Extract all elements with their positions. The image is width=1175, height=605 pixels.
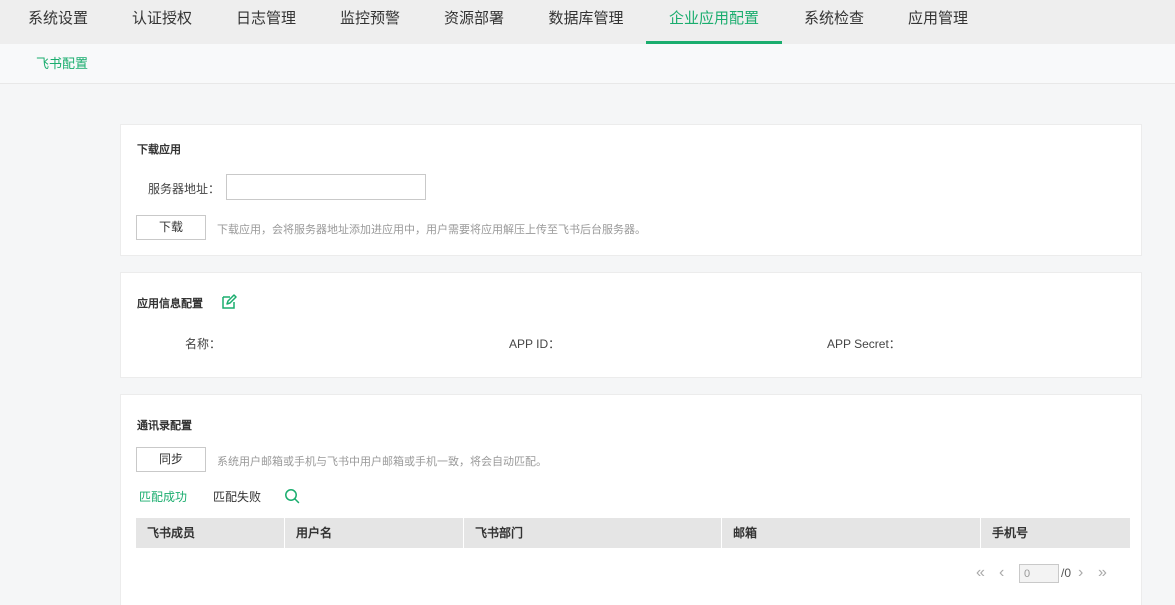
tab-app-management[interactable]: 应用管理 (907, 0, 969, 44)
tab-enterprise-app-config[interactable]: 企业应用配置 (646, 0, 782, 44)
download-button[interactable]: 下载 (136, 215, 206, 240)
column-header[interactable]: 飞书成员 (136, 518, 285, 548)
top-nav: 系统设置 认证授权 日志管理 监控预警 资源部署 数据库管理 企业应用配置 系统… (0, 0, 1175, 44)
page-input[interactable] (1019, 564, 1059, 583)
tab-logs[interactable]: 日志管理 (235, 0, 297, 44)
sync-hint: 系统用户邮箱或手机与飞书中用户邮箱或手机一致，将会自动匹配。 (217, 456, 547, 468)
sub-nav: 飞书配置 (0, 44, 1175, 84)
tab-database[interactable]: 数据库管理 (547, 0, 625, 44)
column-header[interactable]: 飞书部门 (464, 518, 722, 548)
filter-matched[interactable]: 匹配成功 (139, 488, 187, 505)
prev-page-icon[interactable]: ‹ (999, 564, 1004, 582)
app-info-card: 应用信息配置 名称： APP ID： APP Secret： (120, 272, 1142, 378)
app-name-label: 名称： (185, 337, 222, 351)
table-header: 飞书成员 用户名 飞书部门 邮箱 手机号 (136, 518, 1130, 548)
column-header[interactable]: 邮箱 (722, 518, 981, 548)
edit-icon[interactable] (221, 294, 237, 310)
card-title: 下载应用 (137, 144, 181, 156)
column-header[interactable]: 用户名 (285, 518, 464, 548)
filter-unmatched[interactable]: 匹配失败 (213, 488, 261, 505)
app-secret-label: APP Secret： (827, 337, 901, 351)
server-address-input[interactable] (226, 174, 426, 200)
contacts-card: 通讯录配置 同步 系统用户邮箱或手机与飞书中用户邮箱或手机一致，将会自动匹配。 … (120, 394, 1142, 605)
last-page-icon[interactable]: » (1098, 564, 1107, 582)
page-total: /0 (1061, 566, 1072, 580)
card-title: 应用信息配置 (137, 298, 203, 310)
tab-system-settings[interactable]: 系统设置 (27, 0, 89, 44)
column-header[interactable]: 手机号 (981, 518, 1130, 548)
search-icon[interactable] (284, 488, 300, 504)
first-page-icon[interactable]: « (976, 564, 985, 582)
tab-auth[interactable]: 认证授权 (131, 0, 193, 44)
next-page-icon[interactable]: › (1078, 564, 1083, 582)
pagination: « ‹ /0 › » (976, 564, 1116, 584)
server-address-label: 服务器地址： (148, 182, 221, 196)
subtab-feishu-config[interactable]: 飞书配置 (36, 44, 88, 84)
tab-system-check[interactable]: 系统检查 (803, 0, 865, 44)
card-title: 通讯录配置 (137, 420, 192, 432)
tab-monitoring[interactable]: 监控预警 (339, 0, 401, 44)
tab-resource-deploy[interactable]: 资源部署 (443, 0, 505, 44)
app-id-label: APP ID： (509, 337, 561, 351)
download-app-card: 下载应用 服务器地址： 下载 下载应用，会将服务器地址添加进应用中，用户需要将应… (120, 124, 1142, 256)
sync-button[interactable]: 同步 (136, 447, 206, 472)
download-hint: 下载应用，会将服务器地址添加进应用中，用户需要将应用解压上传至飞书后台服务器。 (217, 224, 646, 236)
